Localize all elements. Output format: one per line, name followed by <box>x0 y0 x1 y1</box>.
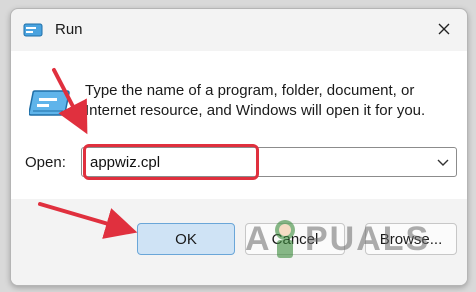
open-label: Open: <box>25 154 66 171</box>
close-icon <box>438 23 450 35</box>
run-icon <box>29 90 70 116</box>
dialog-body: Type the name of a program, folder, docu… <box>11 51 467 199</box>
run-description: Type the name of a program, folder, docu… <box>85 82 426 119</box>
chevron-down-icon[interactable] <box>436 156 450 168</box>
open-label-text: Open: <box>25 154 66 171</box>
cancel-button[interactable]: Cancel <box>245 223 345 255</box>
title-bar: Run <box>11 9 467 51</box>
input-highlight-annotation <box>83 144 259 180</box>
run-dialog: Run Type the name of a program, folder, … <box>10 8 468 286</box>
ok-button[interactable]: OK <box>137 223 235 255</box>
close-button[interactable] <box>421 9 467 49</box>
browse-button[interactable]: Browse... <box>365 223 457 255</box>
window-title: Run <box>55 21 83 38</box>
dialog-footer: OK Cancel Browse... <box>11 199 467 285</box>
run-icon <box>23 23 43 37</box>
